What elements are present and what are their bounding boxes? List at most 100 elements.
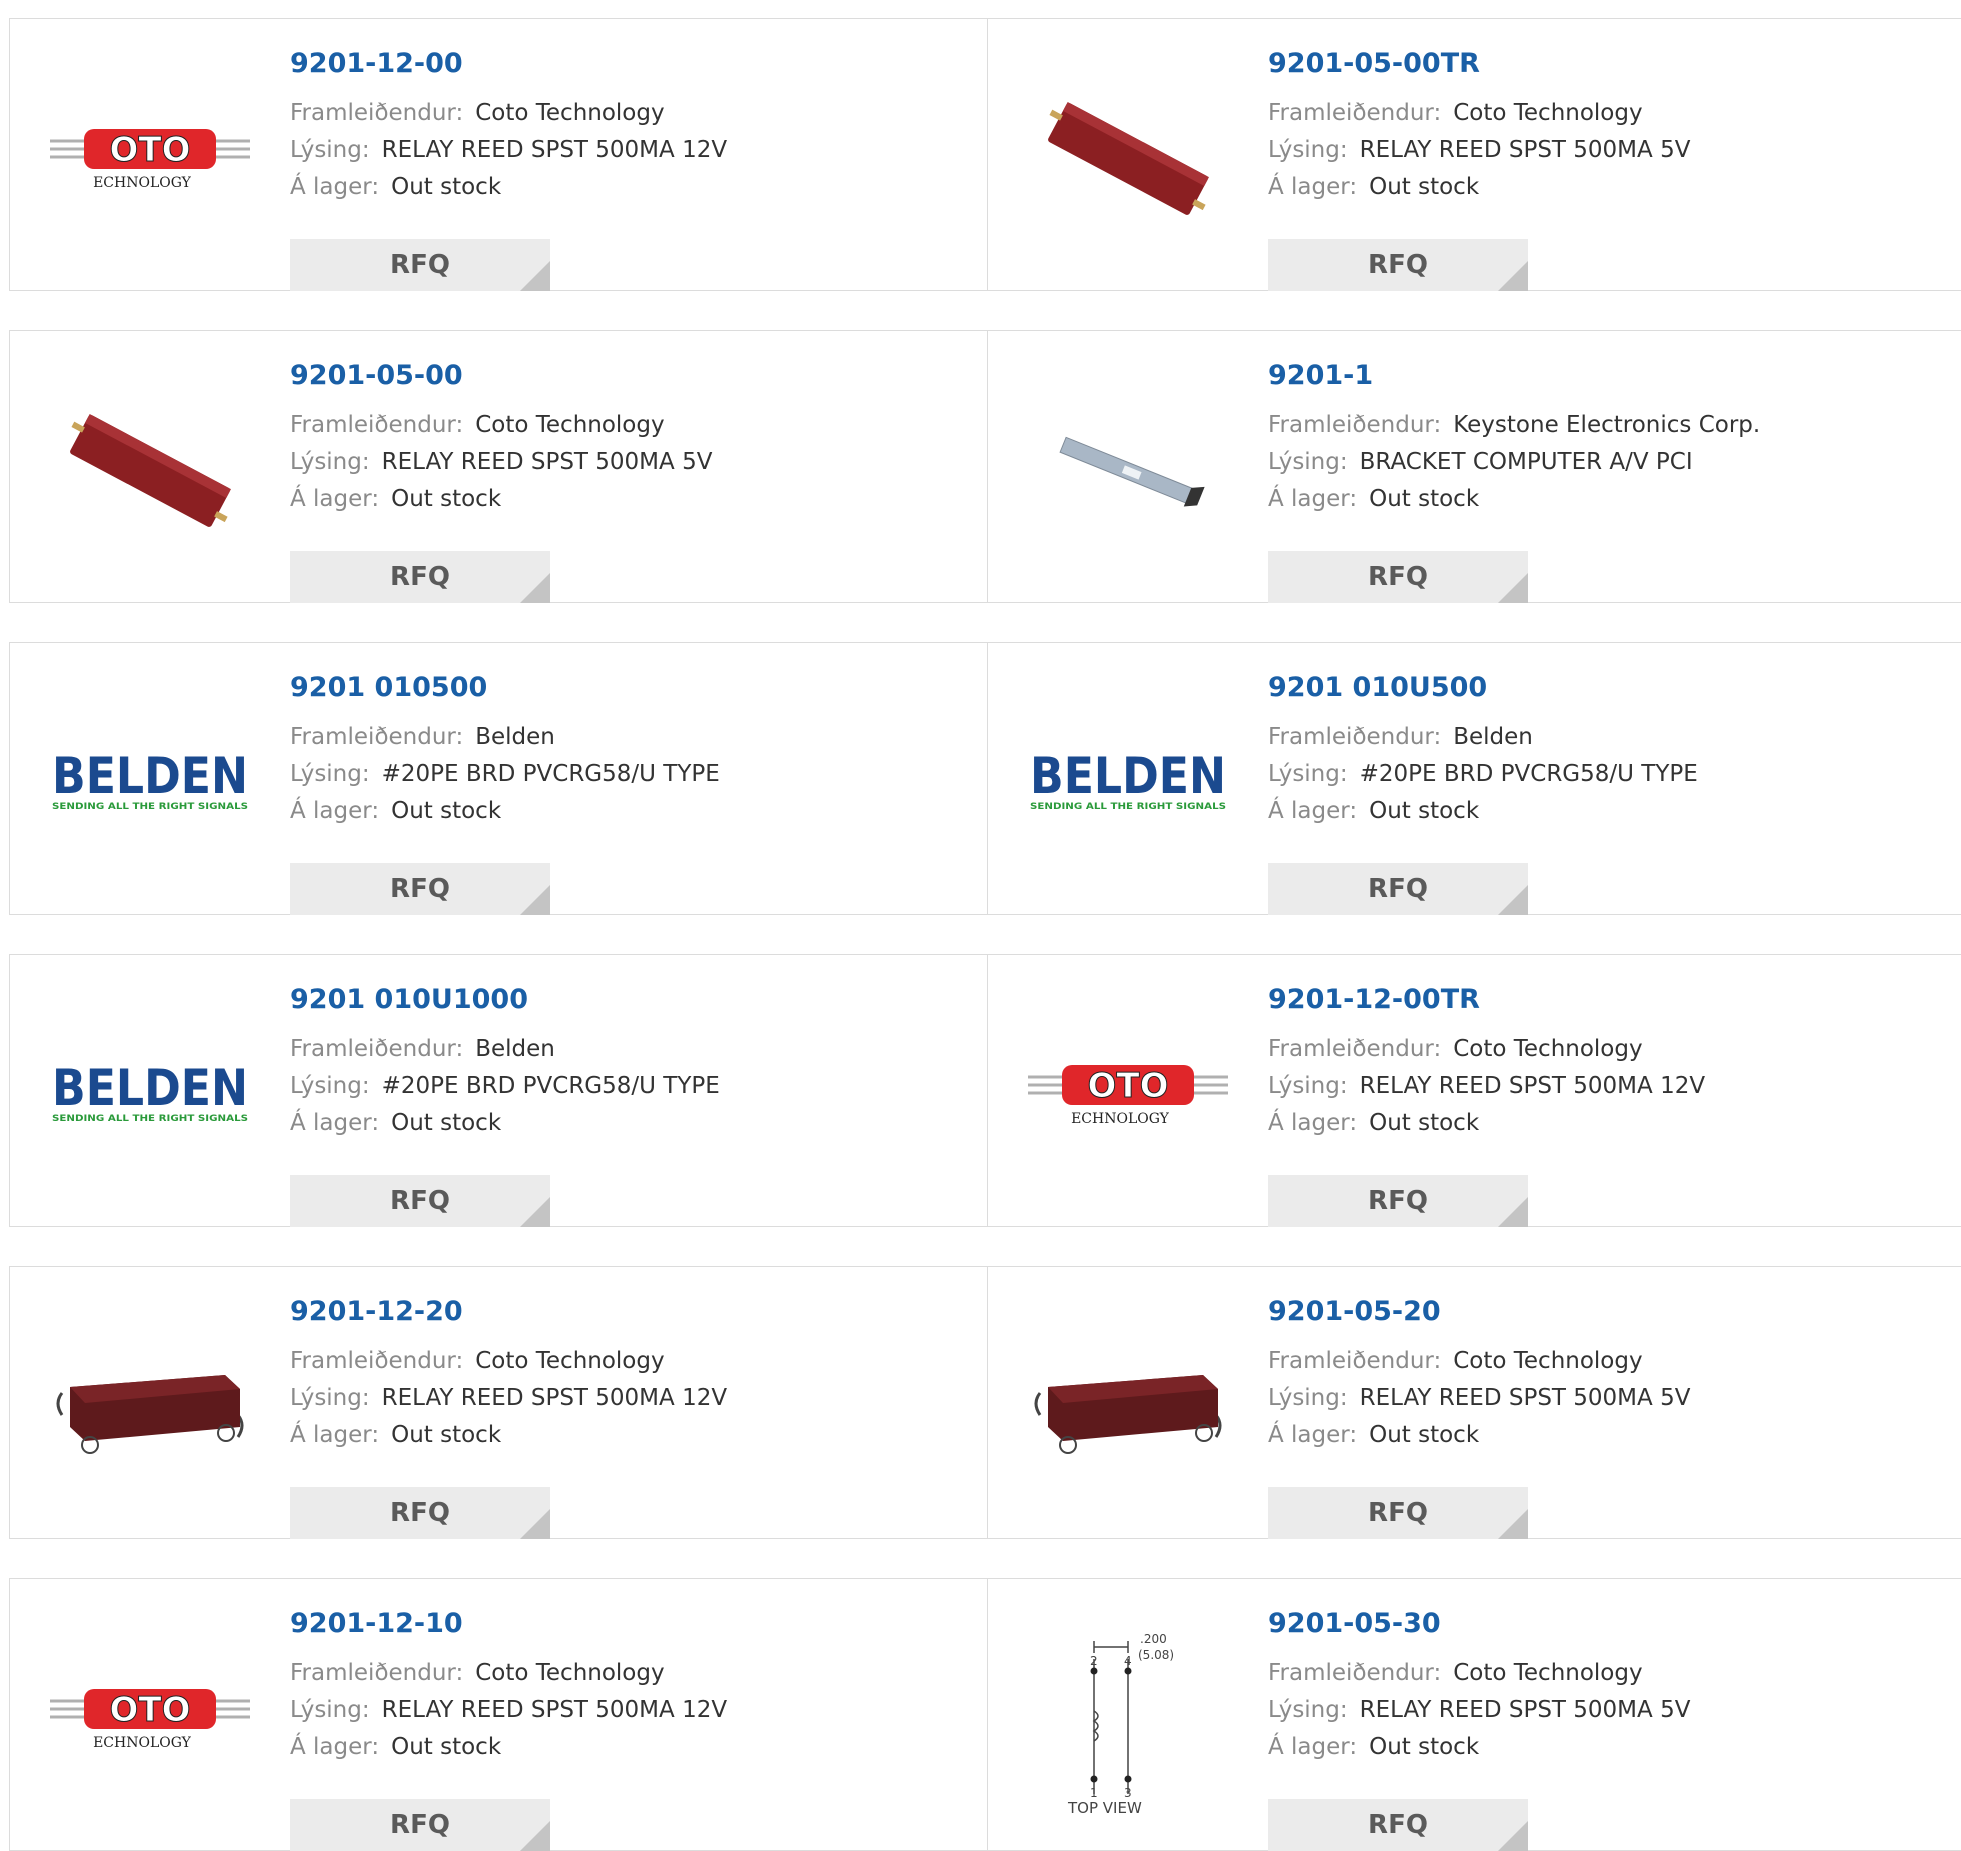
manufacturer-label: Framleiðendur:: [290, 724, 464, 750]
product-card: 9201-12-20 Framleiðendur: Coto Technology…: [9, 1266, 988, 1539]
product-card: 2 4 1 3 .200 (5.08) TOP VIEW 9201-05-30 Fra…: [987, 1578, 1961, 1851]
svg-text:SENDING ALL THE RIGHT SIGNALS: SENDING ALL THE RIGHT SIGNALS: [52, 1114, 248, 1124]
manufacturer-label: Framleiðendur:: [1268, 724, 1442, 750]
manufacturer-label: Framleiðendur:: [290, 412, 464, 438]
stock-value: Out stock: [391, 1110, 502, 1136]
stock-label: Á lager:: [1268, 174, 1358, 200]
description-label: Lýsing:: [1268, 1073, 1348, 1099]
part-number-link[interactable]: 9201-05-00: [290, 359, 977, 393]
manufacturer-label: Framleiðendur:: [1268, 1036, 1442, 1062]
stock-label: Á lager:: [290, 1422, 380, 1448]
svg-text:4: 4: [1124, 1654, 1132, 1668]
manufacturer-value: Coto Technology: [475, 100, 665, 126]
description-value: RELAY REED SPST 500MA 5V: [1359, 1385, 1691, 1411]
part-number-link[interactable]: 9201-05-30: [1268, 1607, 1956, 1641]
manufacturer-label: Framleiðendur:: [290, 100, 464, 126]
description-label: Lýsing:: [290, 1385, 370, 1411]
manufacturer-label: Framleiðendur:: [1268, 1348, 1442, 1374]
manufacturer-value: Coto Technology: [1453, 1660, 1643, 1686]
part-number-link[interactable]: 9201-05-00TR: [1268, 47, 1956, 81]
description-label: Lýsing:: [1268, 449, 1348, 475]
svg-text:TOP VIEW: TOP VIEW: [1067, 1799, 1142, 1817]
stock-label: Á lager:: [290, 1734, 380, 1760]
rfq-button[interactable]: RFQ: [1268, 239, 1528, 291]
part-number-link[interactable]: 9201 010500: [290, 671, 977, 705]
rfq-button[interactable]: RFQ: [290, 1175, 550, 1227]
svg-text:3: 3: [1124, 1786, 1132, 1800]
svg-text:2: 2: [1090, 1654, 1098, 1668]
rfq-button[interactable]: RFQ: [290, 551, 550, 603]
part-number-link[interactable]: 9201-05-20: [1268, 1295, 1956, 1329]
description-value: RELAY REED SPST 500MA 12V: [1359, 1073, 1706, 1099]
manufacturer-value: Coto Technology: [475, 1348, 665, 1374]
stock-label: Á lager:: [1268, 798, 1358, 824]
rfq-button[interactable]: RFQ: [290, 863, 550, 915]
stock-label: Á lager:: [290, 1110, 380, 1136]
part-number-link[interactable]: 9201-12-00TR: [1268, 983, 1956, 1017]
rfq-button[interactable]: RFQ: [1268, 551, 1528, 603]
belden-logo-image: BELDEN SENDING ALL THE RIGHT SIGNALS: [50, 683, 250, 883]
product-card: BELDEN SENDING ALL THE RIGHT SIGNALS 920…: [987, 642, 1961, 915]
stock-value: Out stock: [1369, 486, 1480, 512]
svg-text:OTO: OTO: [1088, 1066, 1169, 1106]
rfq-button[interactable]: RFQ: [1268, 1487, 1528, 1539]
manufacturer-value: Coto Technology: [1453, 100, 1643, 126]
coto-logo-image: OTO ECHNOLOGY: [1028, 995, 1228, 1195]
coto-logo-image: OTO ECHNOLOGY: [50, 1619, 250, 1819]
svg-text:BELDEN: BELDEN: [52, 1059, 248, 1117]
svg-text:ECHNOLOGY: ECHNOLOGY: [1071, 1111, 1170, 1127]
rfq-button[interactable]: RFQ: [290, 1799, 550, 1851]
product-card: 9201-1 Framleiðendur: Keystone Electronic…: [987, 330, 1961, 603]
svg-text:ECHNOLOGY: ECHNOLOGY: [93, 175, 192, 191]
stock-value: Out stock: [1369, 1422, 1480, 1448]
description-label: Lýsing:: [1268, 1697, 1348, 1723]
manufacturer-label: Framleiðendur:: [290, 1660, 464, 1686]
rfq-button[interactable]: RFQ: [1268, 1799, 1528, 1851]
part-number-link[interactable]: 9201-1: [1268, 359, 1956, 393]
product-card: 9201-05-00TR Framleiðendur: Coto Technolo…: [987, 18, 1961, 291]
part-number-link[interactable]: 9201 010U1000: [290, 983, 977, 1017]
description-value: RELAY REED SPST 500MA 5V: [381, 449, 713, 475]
rfq-button[interactable]: RFQ: [290, 1487, 550, 1539]
relay-diagram-image: 2 4 1 3 .200 (5.08) TOP VIEW: [1028, 1619, 1228, 1819]
part-number-link[interactable]: 9201-12-20: [290, 1295, 977, 1329]
stock-value: Out stock: [391, 1734, 502, 1760]
part-number-link[interactable]: 9201 010U500: [1268, 671, 1956, 705]
rfq-button[interactable]: RFQ: [1268, 1175, 1528, 1227]
stock-label: Á lager:: [1268, 1734, 1358, 1760]
product-card: OTO ECHNOLOGY 9201-12-00 Framleiðendur: C…: [9, 18, 988, 291]
belden-logo-image: BELDEN SENDING ALL THE RIGHT SIGNALS: [1028, 683, 1228, 883]
product-card: 9201-05-20 Framleiðendur: Coto Technology…: [987, 1266, 1961, 1539]
stock-value: Out stock: [1369, 1734, 1480, 1760]
manufacturer-value: Coto Technology: [475, 412, 665, 438]
description-label: Lýsing:: [1268, 1385, 1348, 1411]
stock-label: Á lager:: [290, 486, 380, 512]
description-label: Lýsing:: [290, 1697, 370, 1723]
manufacturer-value: Belden: [1453, 724, 1533, 750]
description-value: #20PE BRD PVCRG58/U TYPE: [1359, 761, 1698, 787]
rfq-button[interactable]: RFQ: [1268, 863, 1528, 915]
product-card: BELDEN SENDING ALL THE RIGHT SIGNALS 920…: [9, 642, 988, 915]
part-number-link[interactable]: 9201-12-10: [290, 1607, 977, 1641]
description-label: Lýsing:: [290, 761, 370, 787]
bracket-image: [1028, 371, 1228, 571]
rfq-button[interactable]: RFQ: [290, 239, 550, 291]
svg-text:.200: .200: [1140, 1632, 1167, 1646]
part-number-link[interactable]: 9201-12-00: [290, 47, 977, 81]
description-value: BRACKET COMPUTER A/V PCI: [1359, 449, 1693, 475]
svg-text:SENDING ALL THE RIGHT SIGNALS: SENDING ALL THE RIGHT SIGNALS: [1030, 802, 1226, 812]
stock-value: Out stock: [391, 486, 502, 512]
product-card: BELDEN SENDING ALL THE RIGHT SIGNALS 920…: [9, 954, 988, 1227]
product-card: OTO ECHNOLOGY 9201-12-00TR Framleiðendur…: [987, 954, 1961, 1227]
svg-text:(5.08): (5.08): [1138, 1648, 1174, 1662]
description-label: Lýsing:: [1268, 137, 1348, 163]
stock-value: Out stock: [391, 174, 502, 200]
stock-label: Á lager:: [1268, 486, 1358, 512]
product-card: 9201-05-00 Framleiðendur: Coto Technology…: [9, 330, 988, 603]
manufacturer-label: Framleiðendur:: [1268, 412, 1442, 438]
description-value: RELAY REED SPST 500MA 12V: [381, 1697, 728, 1723]
description-value: RELAY REED SPST 500MA 12V: [381, 137, 728, 163]
relay-image: [1028, 59, 1228, 259]
product-card: OTO ECHNOLOGY 9201-12-10 Framleiðendur: C…: [9, 1578, 988, 1851]
stock-label: Á lager:: [290, 798, 380, 824]
